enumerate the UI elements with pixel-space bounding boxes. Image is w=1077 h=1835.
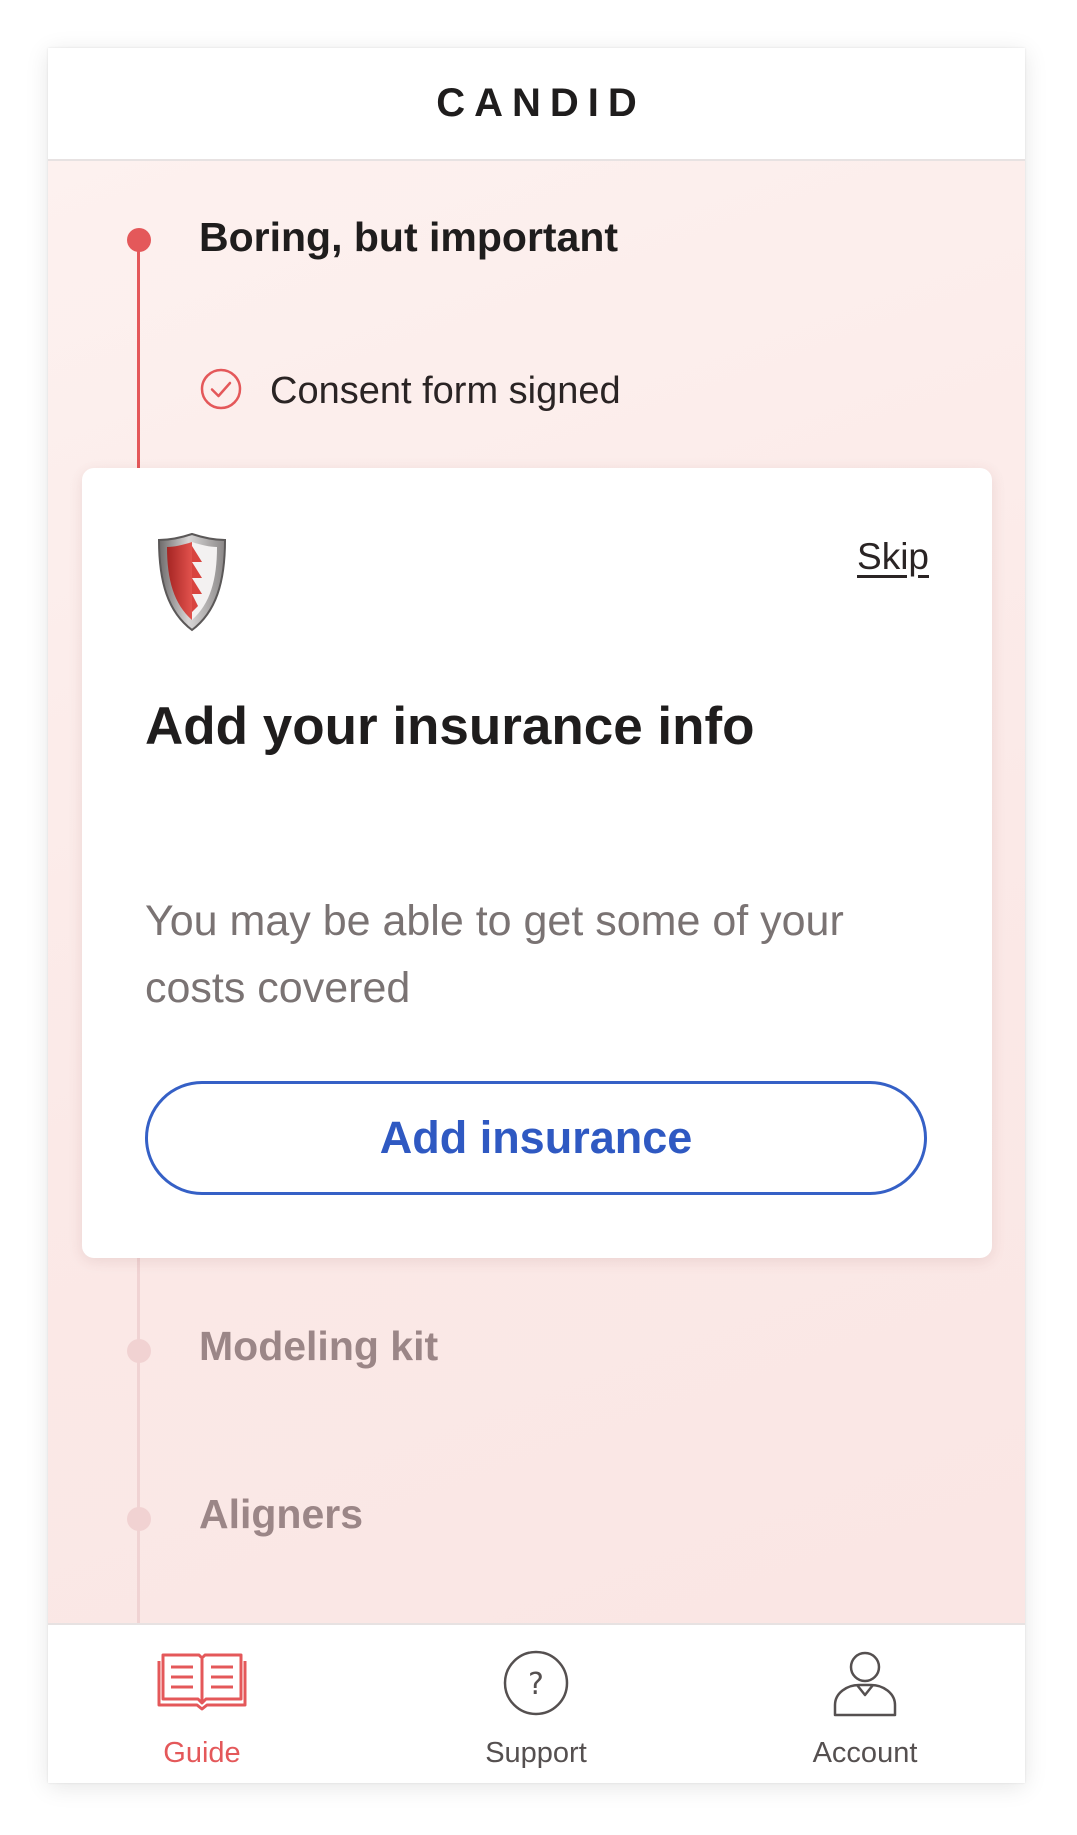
svg-text:?: ? <box>528 1667 544 1702</box>
skip-link[interactable]: Skip <box>857 536 929 578</box>
completed-item: Consent form signed <box>199 367 621 416</box>
user-icon <box>829 1647 901 1724</box>
app-header: CANDID <box>48 48 1025 161</box>
brand-logo: CANDID <box>436 81 646 125</box>
nav-item-guide[interactable]: Guide <box>82 1625 322 1783</box>
nav-label-guide: Guide <box>163 1737 241 1769</box>
guide-content: Boring, but important Consent form signe… <box>48 161 1025 1626</box>
step-title-current: Boring, but important <box>199 214 619 260</box>
step-title-modeling-kit: Modeling kit <box>199 1323 439 1369</box>
step-title-aligners: Aligners <box>199 1491 364 1537</box>
nav-item-account[interactable]: Account <box>745 1625 985 1783</box>
completed-item-label: Consent form signed <box>270 370 621 412</box>
timeline-dot-aligners <box>127 1507 151 1531</box>
app-frame: CANDID Boring, but important Consent for… <box>48 48 1025 1783</box>
nav-label-support: Support <box>485 1737 587 1769</box>
check-circle-icon <box>199 367 243 416</box>
add-insurance-button[interactable]: Add insurance <box>145 1081 927 1195</box>
timeline-dot-modeling-kit <box>127 1339 151 1363</box>
insurance-shield-icon <box>156 532 228 637</box>
question-icon: ? <box>500 1647 572 1724</box>
bottom-nav: Guide ? Support Account <box>48 1623 1025 1783</box>
card-title: Add your insurance info <box>145 697 755 756</box>
nav-item-support[interactable]: ? Support <box>416 1625 656 1783</box>
book-icon <box>157 1647 247 1718</box>
timeline-dot-current <box>127 228 151 252</box>
nav-label-account: Account <box>812 1737 918 1769</box>
insurance-card: Skip Add your insurance info You may be … <box>82 468 992 1258</box>
card-description: You may be able to get some of your cost… <box>145 897 844 1012</box>
